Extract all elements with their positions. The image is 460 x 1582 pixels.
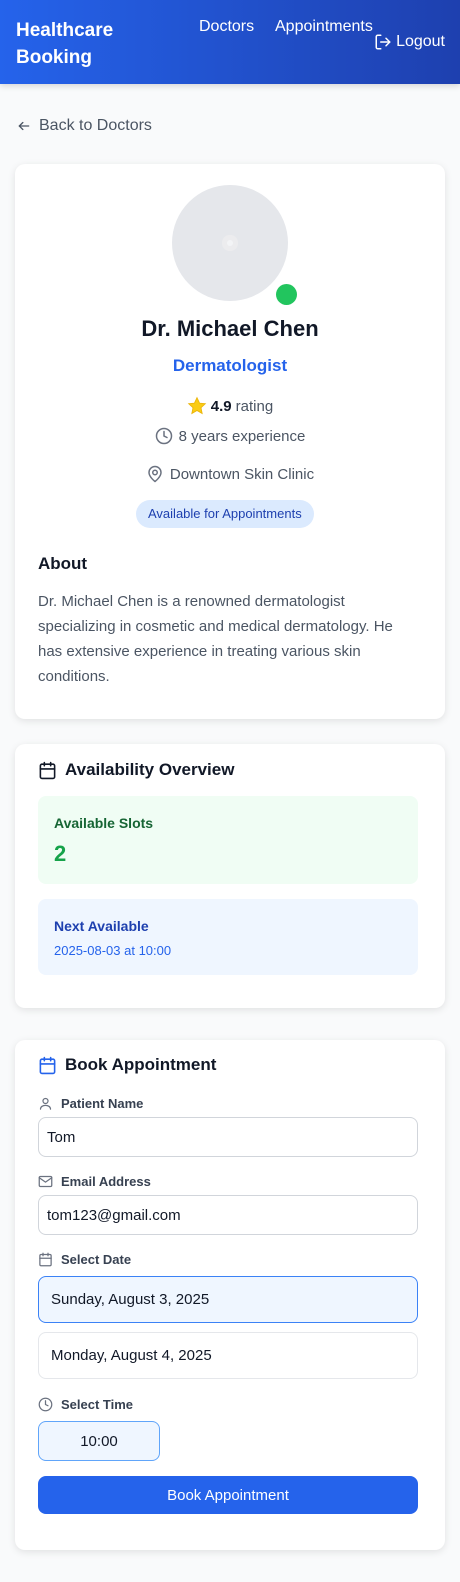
date-option-selected[interactable]: Sunday, August 3, 2025 bbox=[38, 1276, 418, 1323]
location-text: Downtown Skin Clinic bbox=[169, 465, 315, 483]
email-label: Email Address bbox=[38, 1174, 151, 1189]
select-date-label: Select Date bbox=[38, 1252, 131, 1267]
doctor-name: Dr. Michael Chen bbox=[141, 316, 319, 341]
select-time-label-text: Select Time bbox=[61, 1397, 134, 1412]
logout-icon bbox=[375, 34, 391, 50]
nav-appointments[interactable]: Appointments bbox=[275, 18, 373, 36]
about-text: Dr. Michael Chen is a renowned dermatolo… bbox=[38, 593, 393, 685]
availability-title: Availability Overview bbox=[65, 760, 235, 779]
email-input[interactable] bbox=[38, 1195, 418, 1235]
available-slots-box: Available Slots 2 bbox=[38, 796, 418, 884]
user-icon bbox=[39, 1097, 52, 1110]
email-label-text: Email Address bbox=[61, 1174, 151, 1189]
app-header: Healthcare Booking Doctors Appointments … bbox=[0, 0, 460, 84]
select-date-label-text: Select Date bbox=[61, 1252, 132, 1267]
doctor-rating: 4.9 rating bbox=[15, 396, 445, 416]
arrow-left-icon bbox=[18, 121, 30, 131]
date-option[interactable]: Monday, August 4, 2025 bbox=[38, 1332, 418, 1379]
patient-name-input[interactable] bbox=[38, 1117, 418, 1157]
calendar-icon bbox=[39, 1056, 56, 1074]
mail-icon bbox=[38, 1175, 53, 1188]
calendar-icon bbox=[39, 761, 56, 779]
doctor-profile-card: Dr. Michael Chen Dermatologist 4.9 ratin… bbox=[15, 164, 445, 719]
nav-doctors[interactable]: Doctors bbox=[199, 18, 254, 36]
doctor-location: Downtown Skin Clinic bbox=[15, 465, 445, 483]
rating-value: 4.9 bbox=[210, 397, 232, 415]
map-pin-icon bbox=[148, 465, 162, 483]
brand-title[interactable]: Healthcare Booking bbox=[16, 17, 146, 71]
available-slots-value: 2 bbox=[54, 841, 67, 866]
available-slots-label: Available Slots bbox=[54, 815, 154, 831]
patient-name-label: Patient Name bbox=[38, 1096, 143, 1111]
booking-card: Book Appointment Patient Name Email Addr… bbox=[15, 1040, 445, 1550]
calendar-icon bbox=[39, 1252, 52, 1267]
star-icon bbox=[187, 396, 207, 415]
next-available-box: Next Available 2025-08-03 at 10:00 bbox=[38, 899, 418, 975]
doctor-specialty: Dermatologist bbox=[172, 356, 288, 375]
avatar-placeholder-icon bbox=[227, 240, 233, 246]
booking-title: Book Appointment bbox=[65, 1055, 217, 1074]
patient-name-label-text: Patient Name bbox=[61, 1096, 144, 1111]
clock-icon bbox=[38, 1397, 53, 1412]
experience-text: 8 years experience bbox=[178, 427, 306, 445]
availability-card: Availability Overview Available Slots 2 … bbox=[15, 744, 445, 1008]
select-time-label: Select Time bbox=[38, 1397, 133, 1412]
availability-heading: Availability Overview bbox=[38, 760, 234, 780]
next-available-label: Next Available bbox=[54, 918, 149, 934]
availability-badge: Available for Appointments bbox=[136, 500, 314, 528]
online-status-dot bbox=[276, 284, 297, 305]
booking-heading: Book Appointment bbox=[38, 1055, 216, 1075]
doctor-experience: 8 years experience bbox=[15, 427, 445, 445]
back-to-doctors-link[interactable]: Back to Doctors bbox=[17, 117, 152, 135]
book-appointment-button[interactable]: Book Appointment bbox=[38, 1476, 418, 1514]
next-available-value: 2025-08-03 at 10:00 bbox=[54, 943, 172, 958]
about-heading: About bbox=[38, 554, 88, 573]
logout-button[interactable]: Logout bbox=[374, 33, 445, 51]
rating-suffix: rating bbox=[235, 397, 274, 415]
logout-label: Logout bbox=[396, 33, 445, 50]
back-label: Back to Doctors bbox=[39, 117, 152, 134]
avatar-wrap bbox=[172, 185, 297, 305]
clock-icon bbox=[155, 427, 172, 445]
avatar bbox=[172, 185, 288, 301]
time-option-selected[interactable]: 10:00 bbox=[38, 1421, 160, 1461]
